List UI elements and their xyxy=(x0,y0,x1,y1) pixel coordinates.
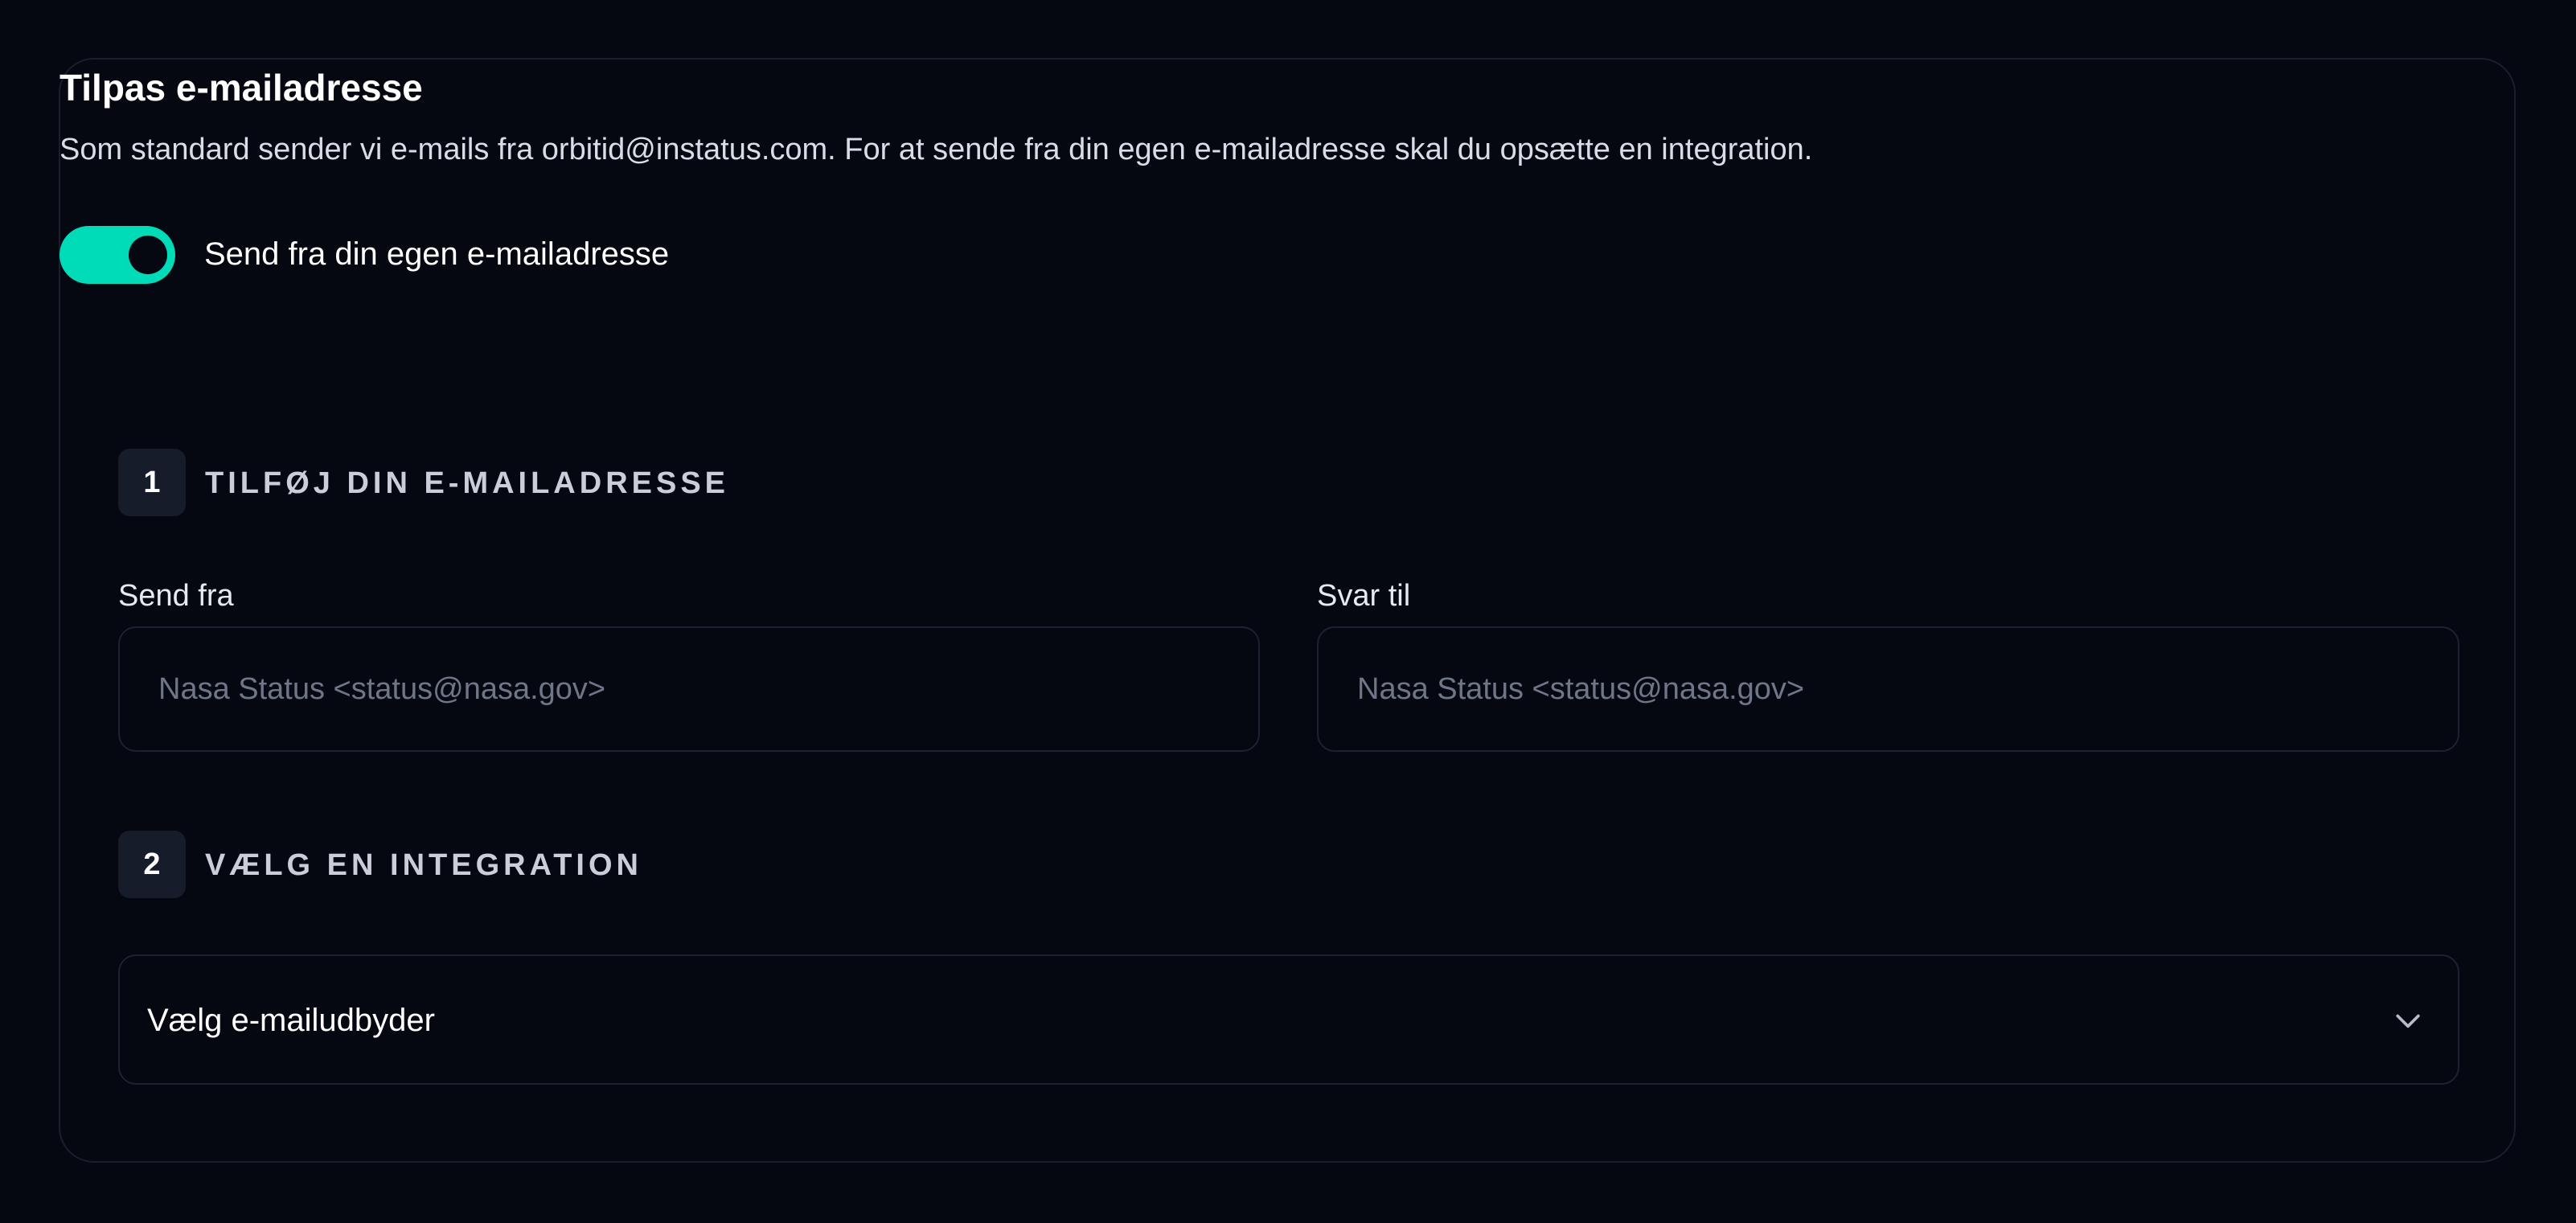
chevron-down-icon xyxy=(2396,1014,2420,1028)
reply-to-label: Svar til xyxy=(1317,579,1411,613)
send-from-input[interactable] xyxy=(118,626,1260,752)
section-description: Som standard sender vi e-mails fra orbit… xyxy=(59,133,1813,166)
step-2-title: VÆLG EN INTEGRATION xyxy=(205,848,642,882)
toggle-label: Send fra din egen e-mailadresse xyxy=(204,236,670,272)
reply-to-input[interactable] xyxy=(1317,626,2459,752)
toggle-knob xyxy=(129,236,167,274)
send-from-label: Send fra xyxy=(118,579,234,613)
send-from-own-email-toggle[interactable] xyxy=(59,226,175,284)
email-provider-select-value: Vælg e-mailudbyder xyxy=(147,1003,435,1038)
section-title: Tilpas e-mailadresse xyxy=(59,67,423,109)
step-2-badge: 2 xyxy=(118,831,186,898)
step-1-title: TILFØJ DIN E-MAILADRESSE xyxy=(205,466,730,500)
step-1-badge: 1 xyxy=(118,449,186,516)
email-provider-select[interactable]: Vælg e-mailudbyder xyxy=(118,954,2459,1085)
